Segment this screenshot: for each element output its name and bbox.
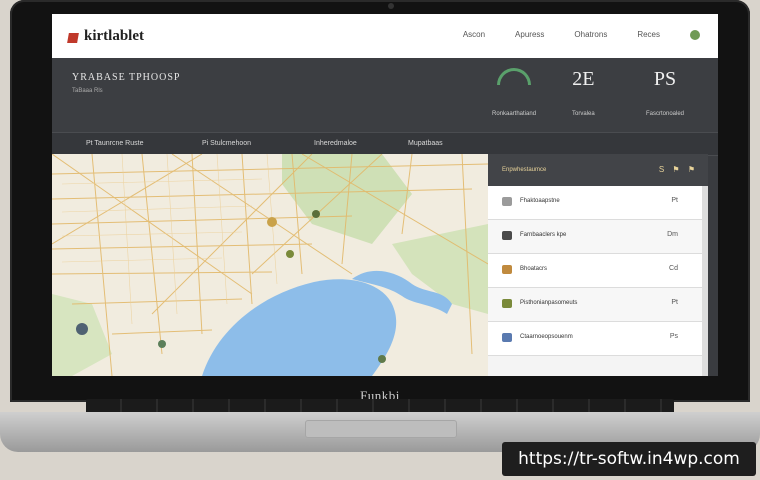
- map-marker: [312, 210, 320, 218]
- list-item-meta: Ps: [669, 333, 678, 340]
- gauge-icon: [497, 68, 532, 85]
- stat-gauge: Ronkaarthatiand: [492, 68, 536, 117]
- stat-value: PS: [653, 68, 677, 90]
- user-avatar-icon[interactable]: [690, 30, 700, 40]
- list-item-label: Fhaktoaapstne: [520, 198, 560, 204]
- nav-item[interactable]: Reces: [637, 30, 660, 40]
- nav-item[interactable]: Apuress: [515, 30, 544, 40]
- list-item-label: Farnbaaclers kpe: [520, 232, 567, 238]
- stat-label: Torvalea: [572, 111, 595, 117]
- trackpad: [305, 420, 457, 438]
- list-item[interactable]: Bhoatacrs Cd: [488, 254, 708, 288]
- list-item-meta: Pt: [671, 299, 678, 306]
- route-icon: [502, 333, 512, 342]
- folder-icon: [502, 197, 512, 206]
- camera-icon: [502, 231, 512, 240]
- nav-item[interactable]: Ascon: [463, 30, 485, 40]
- map-marker: [286, 250, 294, 258]
- pin-icon: [502, 265, 512, 274]
- tab-item[interactable]: Pi Stulcmehoon: [202, 140, 251, 147]
- banner-title: YRABASE TPHOOSP: [72, 72, 181, 83]
- top-nav: Ascon Apuress Ohatrons Reces: [463, 30, 700, 40]
- panel-header: Enpwhestaumce S ⚑ ⚑: [488, 154, 708, 186]
- panel-scrollbar[interactable]: [702, 186, 708, 376]
- list-item-meta: Pt: [671, 197, 678, 204]
- panel-filter-icons[interactable]: S ⚑ ⚑: [659, 165, 698, 174]
- watermark: https://tr-softw.in4wp.com: [502, 442, 756, 476]
- stat-value: 2E: [572, 68, 595, 90]
- map-marker: [158, 340, 166, 348]
- dashboard-banner: YRABASE TPHOOSP TaBaaa Rls Ronkaarthatia…: [52, 58, 718, 132]
- list-item-label: Pisthonianpasomeuts: [520, 300, 578, 306]
- panel-list: Fhaktoaapstne Pt Farnbaaclers kpe Dm Bho…: [488, 186, 708, 356]
- city-map[interactable]: [52, 154, 488, 376]
- tab-bar: Pt Taunrcne Ruste Pi Stulcmehoon Inhered…: [52, 132, 718, 156]
- list-item-label: Ctaarnoeopsouenm: [520, 334, 573, 340]
- list-item[interactable]: Pisthonianpasomeuts Pt: [488, 288, 708, 322]
- stat-percent: PS Fascrtonoaled: [646, 68, 684, 117]
- map-marker: [76, 323, 88, 335]
- list-item-meta: Cd: [669, 265, 678, 272]
- map-marker: [378, 355, 386, 363]
- map-marker: [267, 217, 277, 227]
- nav-item[interactable]: Ohatrons: [574, 30, 607, 40]
- banner-subtitle: TaBaaa Rls: [72, 88, 103, 94]
- logo-icon: [67, 33, 79, 43]
- tab-item[interactable]: Mupatbaas: [408, 140, 443, 147]
- tab-item[interactable]: Pt Taunrcne Ruste: [86, 140, 143, 147]
- location-icon: [502, 299, 512, 308]
- list-item-meta: Dm: [667, 231, 678, 238]
- webcam-icon: [388, 3, 394, 9]
- panel-title: Enpwhestaumce: [502, 167, 547, 173]
- stat-label: Ronkaarthatiand: [492, 111, 537, 117]
- results-panel: Enpwhestaumce S ⚑ ⚑ Fhaktoaapstne Pt Far…: [488, 154, 708, 376]
- list-item[interactable]: Ctaarnoeopsouenm Ps: [488, 322, 708, 356]
- stat-count: 2E Torvalea: [572, 68, 595, 117]
- app-screen: kirtlablet Ascon Apuress Ohatrons Reces …: [52, 14, 718, 376]
- list-item-label: Bhoatacrs: [520, 266, 548, 272]
- app-header: kirtlablet Ascon Apuress Ohatrons Reces: [52, 14, 718, 58]
- app-logo[interactable]: kirtlablet: [84, 28, 144, 45]
- list-item[interactable]: Fhaktoaapstne Pt: [488, 186, 708, 220]
- list-item[interactable]: Farnbaaclers kpe Dm: [488, 220, 708, 254]
- tab-item[interactable]: Inheredmaloe: [314, 140, 357, 147]
- stat-label: Fascrtonoaled: [646, 111, 685, 117]
